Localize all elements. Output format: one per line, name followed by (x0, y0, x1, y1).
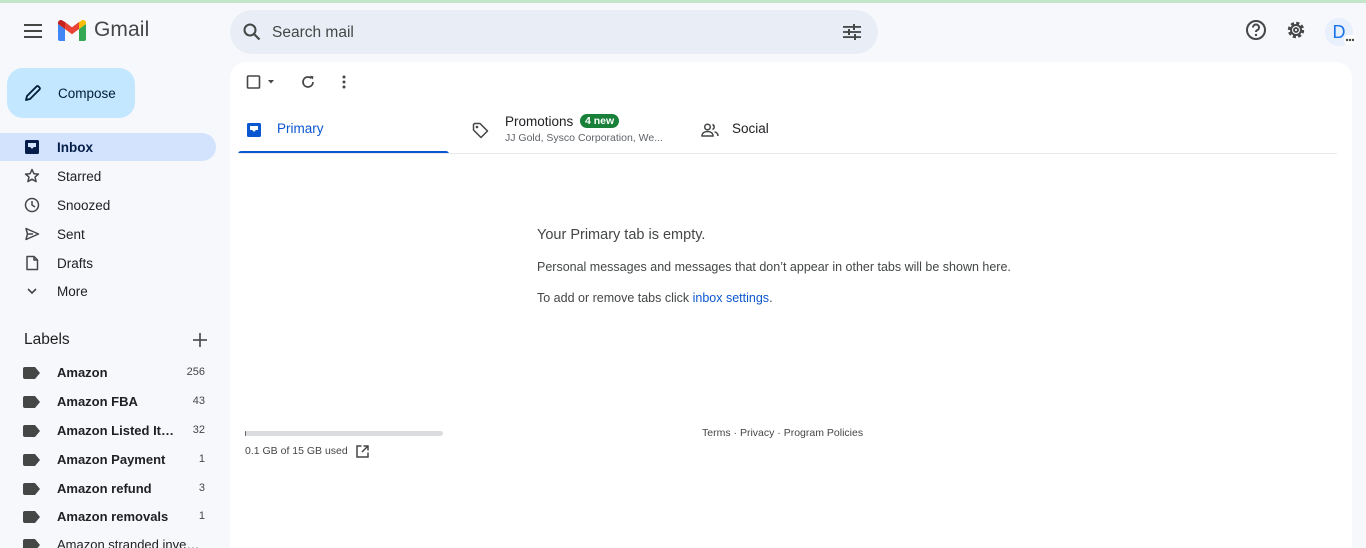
tab-promotions[interactable]: Promotions (462, 107, 682, 154)
primary-inbox-icon (244, 120, 264, 140)
label-count: 1 (198, 510, 205, 522)
label-tag-icon (23, 425, 40, 437)
settings-gear-icon[interactable] (1284, 18, 1308, 42)
label-name: Amazon FBA (57, 394, 138, 409)
label-item[interactable]: Amazon Payment 1 (0, 446, 216, 474)
search-input[interactable] (270, 10, 834, 56)
nav-drafts[interactable]: Drafts (0, 249, 216, 277)
promotions-new-badge: 4 new (580, 114, 620, 128)
tab-social-label: Social (732, 121, 769, 136)
nav-drafts-label: Drafts (57, 255, 94, 271)
label-name: Amazon Listed Items (57, 423, 181, 438)
label-item[interactable]: Amazon Listed Items 32 (0, 417, 216, 445)
nav-starred-label: Starred (57, 168, 102, 184)
tag-icon (470, 120, 490, 140)
help-icon[interactable] (1244, 18, 1268, 42)
label-tag-icon (23, 483, 40, 495)
main-menu-button[interactable] (14, 12, 52, 50)
people-icon (700, 120, 720, 140)
footer-separator: · (774, 427, 784, 439)
label-tag-icon (23, 396, 40, 408)
more-options-icon[interactable] (336, 72, 352, 92)
select-all-checkbox[interactable] (246, 72, 278, 92)
labels-heading: Labels (24, 331, 70, 348)
storage-usage-fill (245, 431, 247, 436)
clock-icon (23, 196, 41, 214)
nav-snoozed[interactable]: Snoozed (0, 191, 216, 219)
inbox-icon (23, 138, 41, 156)
label-count: 256 (186, 366, 205, 378)
footer-links: Terms · Privacy · Program Policies (702, 427, 863, 439)
nav-inbox-label: Inbox (57, 139, 93, 155)
label-count: 1 (198, 453, 205, 465)
tab-primary-label: Primary (277, 121, 324, 136)
search-icon[interactable] (240, 20, 264, 44)
search-options-icon[interactable] (840, 20, 864, 44)
label-item[interactable]: Amazon stranded invent... (0, 531, 216, 548)
main-panel: Primary Promotions 4 new JJ Gold, Sysco … (230, 62, 1352, 548)
account-badge-icon (1344, 35, 1356, 45)
search-bar[interactable] (230, 10, 878, 56)
send-icon (23, 225, 41, 243)
label-name: Amazon Payment (57, 452, 166, 467)
gmail-logo[interactable]: Gmail (58, 18, 149, 42)
privacy-link[interactable]: Privacy (740, 427, 774, 439)
terms-link[interactable]: Terms (702, 427, 731, 439)
draft-icon (23, 254, 41, 272)
tabs-divider (238, 153, 1337, 154)
nav-starred[interactable]: Starred (0, 162, 216, 190)
label-item[interactable]: Amazon refund 3 (0, 475, 216, 503)
hint-suffix: . (769, 291, 773, 305)
label-name: Amazon (57, 365, 108, 380)
footer-separator: · (730, 427, 740, 439)
inbox-settings-link[interactable]: inbox settings (693, 291, 769, 305)
nav-more[interactable]: More (0, 277, 216, 305)
empty-state-hint: To add or remove tabs click inbox settin… (537, 291, 773, 305)
nav-more-label: More (57, 283, 88, 299)
label-name: Amazon removals (57, 509, 169, 524)
gmail-m-icon (58, 19, 86, 41)
label-count: 43 (192, 395, 205, 407)
label-name: Amazon refund (57, 481, 152, 496)
compose-button[interactable]: Compose (7, 68, 135, 118)
refresh-icon[interactable] (300, 72, 316, 92)
storage-usage-bar (245, 431, 443, 436)
promotions-senders: JJ Gold, Sysco Corporation, We... (505, 132, 663, 144)
label-item[interactable]: Amazon FBA 43 (0, 388, 216, 416)
storage-usage-text: 0.1 GB of 15 GB used (245, 445, 348, 457)
tab-primary[interactable]: Primary (238, 107, 449, 154)
open-in-new-icon[interactable] (354, 443, 370, 459)
label-item[interactable]: Amazon 256 (0, 359, 216, 387)
star-icon (23, 167, 41, 185)
label-name: Amazon stranded invent... (57, 537, 202, 548)
window-top-strip (0, 0, 1366, 3)
pencil-icon (25, 85, 41, 101)
hint-prefix: To add or remove tabs click (537, 291, 693, 305)
nav-snoozed-label: Snoozed (57, 197, 111, 213)
nav-inbox[interactable]: Inbox (0, 133, 216, 161)
label-tag-icon (23, 367, 40, 379)
add-label-plus-icon[interactable] (189, 329, 211, 351)
checkbox-dropdown-icon (246, 75, 274, 89)
label-tag-icon (23, 511, 40, 523)
nav-sent-label: Sent (57, 226, 85, 242)
label-tag-icon (23, 454, 40, 466)
label-count: 3 (198, 482, 205, 494)
empty-state-title: Your Primary tab is empty. (537, 227, 706, 243)
label-tag-icon (23, 539, 40, 548)
hamburger-menu-icon (24, 24, 42, 38)
tab-promotions-label: Promotions (505, 114, 574, 129)
chevron-down-icon (23, 282, 41, 300)
label-item[interactable]: Amazon removals 1 (0, 503, 216, 531)
label-count: 32 (192, 424, 205, 436)
app-name: Gmail (94, 18, 150, 41)
nav-sent[interactable]: Sent (0, 220, 216, 248)
tab-social[interactable]: Social (692, 107, 912, 154)
empty-state-description: Personal messages and messages that don’… (537, 260, 1011, 274)
compose-label: Compose (58, 85, 116, 101)
program-policies-link[interactable]: Program Policies (784, 427, 863, 439)
